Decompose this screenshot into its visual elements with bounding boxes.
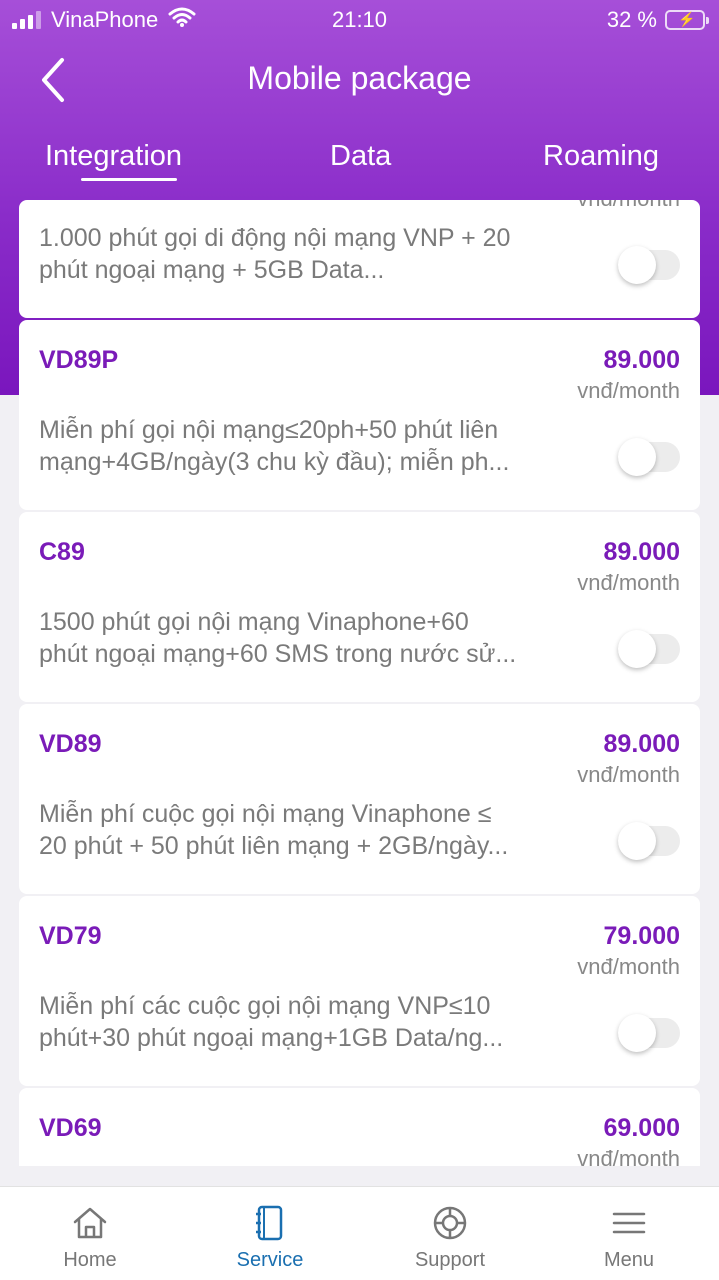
page-title: Mobile package — [247, 60, 472, 96]
package-toggle[interactable] — [618, 630, 680, 668]
package-card[interactable]: VD79 79.000 vnđ/month Miễn phí các cuộc … — [19, 896, 700, 1086]
package-unit: vnđ/month — [577, 1146, 680, 1166]
package-description: 1500 phút gọi nội mạng Vinaphone+60 phút… — [39, 606, 579, 670]
package-description-line: 1500 phút gọi nội mạng Vinaphone+60 — [39, 608, 469, 636]
package-description-line: Miễn phí các cuộc gọi nội mạng VNP≤10 — [39, 992, 491, 1020]
toggle-knob — [618, 822, 656, 860]
package-card[interactable]: VD89P 89.000 vnđ/month Miễn phí gọi nội … — [19, 320, 700, 510]
nav-label-menu: Menu — [603, 1249, 655, 1271]
package-code: VD89 — [39, 730, 102, 758]
lifebuoy-icon — [433, 1206, 467, 1240]
nav-label-home: Home — [63, 1249, 117, 1271]
package-description-line: 1.000 phút gọi di động nội mạng VNP + 20 — [39, 224, 511, 252]
package-price: 79.000 — [603, 922, 680, 950]
package-description: Miễn phí cuộc gọi nội mạng Vinaphone ≤ 2… — [39, 798, 579, 862]
package-description-line: phút ngoại mạng+60 SMS trong nước sử... — [39, 640, 517, 668]
package-code: VD89P — [39, 346, 119, 374]
battery-icon: ⚡ — [665, 10, 709, 30]
tab-bar: Integration Data Roaming — [0, 130, 719, 190]
package-toggle[interactable] — [618, 1014, 680, 1052]
charging-bolt-icon: ⚡ — [678, 11, 696, 27]
package-description-line: phút ngoại mạng + 5GB Data... — [39, 256, 385, 284]
package-unit: vnđ/month — [577, 570, 680, 595]
package-card[interactable]: vnđ/month 1.000 phút gọi di động nội mạn… — [19, 200, 700, 318]
package-description: 1.000 phút gọi di động nội mạng VNP + 20… — [39, 222, 579, 286]
notebook-icon — [256, 1205, 283, 1241]
tab-data[interactable]: Data — [330, 140, 391, 173]
package-card[interactable]: VD69 69.000 vnđ/month — [19, 1088, 700, 1166]
tab-integration[interactable]: Integration — [45, 140, 182, 173]
package-card[interactable]: VD89 89.000 vnđ/month Miễn phí cuộc gọi … — [19, 704, 700, 894]
bottom-nav: Home Service Support Menu — [0, 1186, 719, 1280]
nav-label-service: Service — [236, 1249, 304, 1271]
battery-percent: 32 % — [606, 7, 657, 32]
package-code: VD79 — [39, 922, 102, 950]
hamburger-icon — [612, 1212, 646, 1234]
nav-header: Mobile package — [0, 40, 719, 120]
tab-roaming[interactable]: Roaming — [543, 140, 659, 173]
package-description: Miễn phí gọi nội mạng≤20ph+50 phút liên … — [39, 414, 579, 478]
package-code: VD69 — [39, 1114, 102, 1142]
toggle-knob — [618, 246, 656, 284]
nav-label-support: Support — [414, 1249, 486, 1271]
package-unit: vnđ/month — [577, 954, 680, 979]
package-toggle[interactable] — [618, 822, 680, 860]
nav-item-home[interactable]: Home — [0, 1187, 180, 1280]
toggle-knob — [618, 1014, 656, 1052]
package-description-line: Miễn phí gọi nội mạng≤20ph+50 phút liên — [39, 416, 499, 444]
package-price: 89.000 — [603, 538, 680, 566]
package-description-line: Miễn phí cuộc gọi nội mạng Vinaphone ≤ — [39, 800, 492, 828]
package-unit: vnđ/month — [577, 762, 680, 787]
toggle-knob — [618, 630, 656, 668]
status-bar: VinaPhone 21:10 32 % ⚡ — [0, 0, 719, 38]
active-tab-indicator — [81, 178, 177, 181]
package-description: Miễn phí các cuộc gọi nội mạng VNP≤10 ph… — [39, 990, 579, 1054]
package-description-line: 20 phút + 50 phút liên mạng + 2GB/ngày..… — [39, 832, 509, 860]
package-unit: vnđ/month — [577, 200, 680, 212]
package-toggle[interactable] — [618, 246, 680, 284]
status-right: 32 % ⚡ — [606, 7, 709, 33]
package-price: 69.000 — [603, 1114, 680, 1142]
package-price: 89.000 — [603, 730, 680, 758]
nav-item-menu[interactable]: Menu — [539, 1187, 719, 1280]
package-toggle[interactable] — [618, 438, 680, 476]
package-description-line: mạng+4GB/ngày(3 chu kỳ đầu); miễn ph... — [39, 448, 510, 476]
nav-item-support[interactable]: Support — [360, 1187, 540, 1280]
home-icon — [73, 1207, 107, 1239]
package-code: C89 — [39, 538, 85, 566]
package-list[interactable]: vnđ/month 1.000 phút gọi di động nội mạn… — [0, 200, 719, 1166]
nav-item-service[interactable]: Service — [180, 1187, 360, 1280]
package-description-line: phút+30 phút ngoại mạng+1GB Data/ng... — [39, 1024, 504, 1052]
package-unit: vnđ/month — [577, 378, 680, 403]
package-card[interactable]: C89 89.000 vnđ/month 1500 phút gọi nội m… — [19, 512, 700, 702]
package-price: 89.000 — [603, 346, 680, 374]
toggle-knob — [618, 438, 656, 476]
